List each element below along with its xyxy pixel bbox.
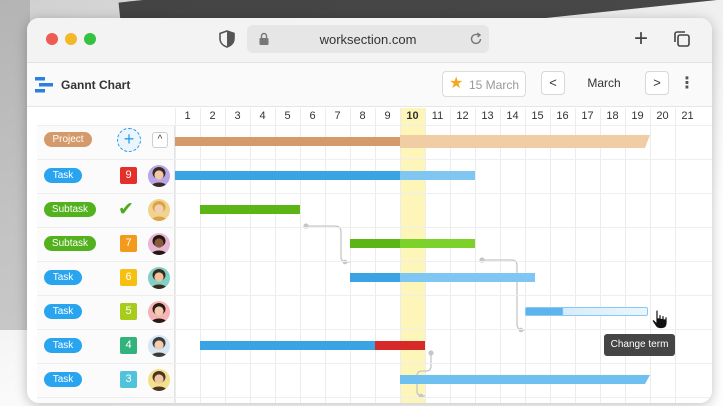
row-divider bbox=[37, 193, 712, 194]
task-bar-selected[interactable] bbox=[525, 307, 648, 316]
gantt-grid: Project + ^ 1 2 3 4 5 6 7 8 9 10 11 12 13 14 15 16 17 18 1… bbox=[27, 108, 712, 403]
task-pill[interactable]: Task bbox=[44, 168, 82, 183]
day-number: 10 bbox=[406, 110, 419, 122]
month-label: March bbox=[587, 76, 621, 90]
priority-badge: 9 bbox=[120, 167, 137, 184]
day-number: 18 bbox=[606, 110, 619, 122]
subtask-pill[interactable]: Subtask bbox=[44, 202, 96, 217]
assignee-avatar[interactable] bbox=[148, 199, 170, 221]
day-number: 2 bbox=[209, 110, 216, 122]
row-divider bbox=[37, 125, 712, 126]
maximize-window-button[interactable] bbox=[84, 33, 96, 45]
day-number: 8 bbox=[359, 110, 366, 122]
shield-icon[interactable] bbox=[217, 29, 237, 49]
page-title: Gannt Chart bbox=[61, 78, 131, 92]
priority-badge: 4 bbox=[120, 337, 137, 354]
row-divider bbox=[37, 329, 712, 330]
dependency-connectors bbox=[303, 223, 525, 399]
day-number: 15 bbox=[531, 110, 544, 122]
day-number: 6 bbox=[309, 110, 316, 122]
prev-month-button[interactable]: < bbox=[541, 71, 565, 95]
subtask-bar[interactable] bbox=[200, 205, 300, 214]
priority-badge: 5 bbox=[120, 303, 137, 320]
task-pill[interactable]: Task bbox=[44, 338, 82, 353]
day-number: 21 bbox=[681, 110, 694, 122]
row-divider bbox=[37, 295, 712, 296]
task-bar-remaining[interactable] bbox=[400, 171, 475, 180]
project-bar-done[interactable] bbox=[175, 137, 400, 146]
minimize-window-button[interactable] bbox=[65, 33, 77, 45]
day-number: 1 bbox=[184, 110, 191, 122]
task-pill[interactable]: Task bbox=[44, 270, 82, 285]
day-number: 17 bbox=[581, 110, 594, 122]
address-bar[interactable]: worksection.com bbox=[247, 25, 489, 53]
star-icon: ★ bbox=[449, 75, 464, 92]
more-menu-icon[interactable]: ⋮ bbox=[679, 74, 695, 94]
day-number: 13 bbox=[481, 110, 494, 122]
task-bar[interactable] bbox=[200, 341, 375, 350]
url-text: worksection.com bbox=[319, 32, 417, 47]
priority-badge: 3 bbox=[120, 371, 137, 388]
task-bar[interactable] bbox=[400, 375, 650, 384]
subtask-pill[interactable]: Subtask bbox=[44, 236, 96, 251]
day-number: 12 bbox=[456, 110, 469, 122]
assignee-avatar[interactable] bbox=[148, 165, 170, 187]
worksection-logo-icon bbox=[35, 77, 53, 93]
task-bar[interactable] bbox=[350, 273, 400, 282]
day-number: 20 bbox=[656, 110, 669, 122]
reload-icon[interactable] bbox=[469, 32, 483, 46]
hand-cursor-icon bbox=[651, 309, 668, 329]
assignee-avatar[interactable] bbox=[148, 267, 170, 289]
browser-titlebar: worksection.com + bbox=[27, 18, 712, 63]
close-window-button[interactable] bbox=[46, 33, 58, 45]
assignee-avatar[interactable] bbox=[148, 335, 170, 357]
background-light-stripe bbox=[0, 0, 30, 330]
task-bar-remaining[interactable] bbox=[400, 273, 535, 282]
day-number: 5 bbox=[284, 110, 291, 122]
day-number: 19 bbox=[631, 110, 644, 122]
row-divider bbox=[37, 159, 712, 160]
day-number: 7 bbox=[334, 110, 341, 122]
today-date-label: 15 March bbox=[469, 78, 520, 92]
row-divider bbox=[37, 261, 712, 262]
assignee-avatar[interactable] bbox=[148, 301, 170, 323]
day-number: 9 bbox=[384, 110, 391, 122]
priority-badge: 6 bbox=[120, 269, 137, 286]
subtask-bar[interactable] bbox=[350, 239, 400, 248]
change-term-tooltip: Change term bbox=[604, 334, 675, 356]
next-month-button[interactable]: > bbox=[645, 71, 669, 95]
overdue-bar[interactable] bbox=[375, 341, 425, 350]
task-bar[interactable] bbox=[175, 171, 400, 180]
day-number: 14 bbox=[506, 110, 519, 122]
checkmark-icon: ✔ bbox=[118, 199, 134, 220]
row-divider bbox=[37, 363, 712, 364]
app-header: Gannt Chart ★ 15 March < March > ⋮ bbox=[27, 63, 712, 107]
subtask-bar-remaining[interactable] bbox=[400, 239, 475, 248]
day-number: 16 bbox=[556, 110, 569, 122]
new-tab-button[interactable]: + bbox=[631, 27, 651, 51]
row-divider bbox=[37, 397, 712, 398]
task-pill[interactable]: Task bbox=[44, 372, 82, 387]
browser-window: worksection.com + Gannt Chart ★ 15 March… bbox=[27, 18, 712, 403]
assignee-avatar[interactable] bbox=[148, 233, 170, 255]
day-number: 4 bbox=[259, 110, 266, 122]
assignee-avatar[interactable] bbox=[148, 369, 170, 391]
row-divider bbox=[37, 227, 712, 228]
day-number: 3 bbox=[234, 110, 241, 122]
today-date-button[interactable]: ★ 15 March bbox=[442, 71, 526, 97]
day-number: 11 bbox=[431, 110, 444, 122]
tabs-overview-icon[interactable] bbox=[672, 29, 692, 49]
priority-badge: 7 bbox=[120, 235, 137, 252]
project-bar-remaining[interactable] bbox=[400, 135, 650, 148]
task-pill[interactable]: Task bbox=[44, 304, 82, 319]
